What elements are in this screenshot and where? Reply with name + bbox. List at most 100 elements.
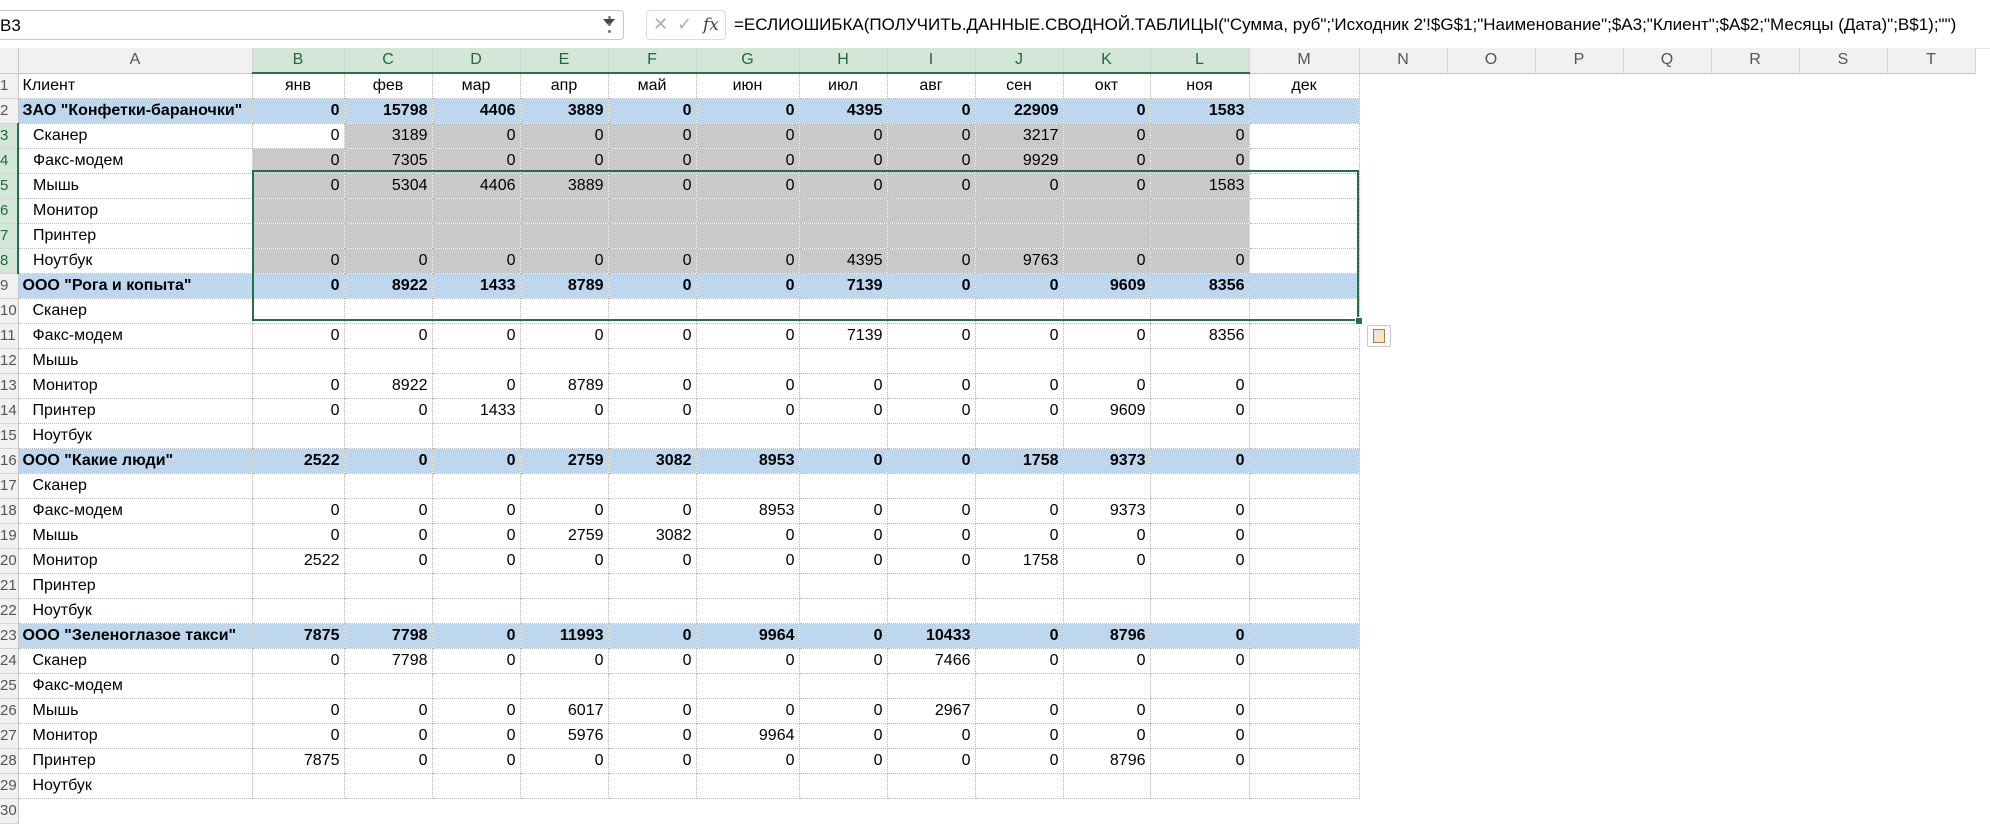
value-cell[interactable] <box>1150 223 1250 249</box>
cell-empty[interactable] <box>1447 748 1535 774</box>
value-cell[interactable] <box>887 598 976 624</box>
value-cell[interactable]: 0 <box>1150 548 1250 574</box>
cell-empty[interactable] <box>1447 273 1535 299</box>
value-cell[interactable] <box>1063 223 1151 249</box>
value-cell[interactable]: 0 <box>887 148 976 174</box>
value-cell[interactable] <box>1249 273 1360 299</box>
cell-empty[interactable] <box>1535 398 1623 424</box>
value-cell[interactable]: 0 <box>344 723 433 749</box>
value-cell[interactable]: 0 <box>1063 173 1151 199</box>
value-cell[interactable] <box>975 673 1064 699</box>
cell-empty[interactable] <box>1447 523 1535 549</box>
value-cell[interactable] <box>1249 298 1360 324</box>
select-all-corner[interactable] <box>0 48 19 74</box>
cell-empty[interactable] <box>1623 73 1711 99</box>
cell-empty[interactable] <box>1887 748 1975 774</box>
value-cell[interactable]: 0 <box>799 648 888 674</box>
cell-empty[interactable] <box>1359 448 1447 474</box>
cell-empty[interactable] <box>1887 273 1975 299</box>
value-cell[interactable] <box>344 223 433 249</box>
client-name-cell[interactable]: ООО "Какие люди" <box>18 448 253 474</box>
value-cell[interactable]: 0 <box>252 273 345 299</box>
cell-empty[interactable] <box>1535 373 1623 399</box>
cell-empty[interactable] <box>1623 498 1711 524</box>
value-cell[interactable]: 0 <box>696 123 800 149</box>
cell-empty[interactable] <box>1799 323 1887 349</box>
value-cell[interactable] <box>344 423 433 449</box>
cell-empty[interactable] <box>1711 323 1799 349</box>
cell-empty[interactable] <box>1535 148 1623 174</box>
value-cell[interactable]: 0 <box>975 323 1064 349</box>
value-cell[interactable]: 8356 <box>1150 273 1250 299</box>
cell-month-header[interactable]: ноя <box>1150 73 1250 99</box>
column-header-m[interactable]: M <box>1249 48 1360 74</box>
row-header[interactable]: 17 <box>0 473 19 499</box>
cell-empty[interactable] <box>1535 698 1623 724</box>
cell-empty[interactable] <box>1535 673 1623 699</box>
cell-month-header[interactable]: апр <box>520 73 609 99</box>
value-cell[interactable]: 0 <box>975 273 1064 299</box>
value-cell[interactable] <box>432 773 521 799</box>
value-cell[interactable] <box>1249 498 1360 524</box>
value-cell[interactable] <box>799 598 888 624</box>
row-header[interactable]: 18 <box>0 498 19 524</box>
value-cell[interactable]: 0 <box>887 173 976 199</box>
cell-empty[interactable] <box>1359 373 1447 399</box>
value-cell[interactable] <box>1063 473 1151 499</box>
cell-empty[interactable] <box>1887 723 1975 749</box>
item-name-cell[interactable]: Факс-модем <box>18 148 253 174</box>
value-cell[interactable]: 8796 <box>1063 748 1151 774</box>
column-header-l[interactable]: L <box>1150 48 1250 74</box>
value-cell[interactable] <box>1063 773 1151 799</box>
cell-empty[interactable] <box>1711 623 1799 649</box>
row-header[interactable]: 15 <box>0 423 19 449</box>
cell-empty[interactable] <box>1887 548 1975 574</box>
value-cell[interactable] <box>887 473 976 499</box>
client-name-cell[interactable]: ЗАО "Конфетки-бараночки" <box>18 98 253 124</box>
value-cell[interactable]: 0 <box>432 548 521 574</box>
value-cell[interactable]: 0 <box>1150 373 1250 399</box>
value-cell[interactable]: 0 <box>799 498 888 524</box>
cell-empty[interactable] <box>1447 73 1535 99</box>
value-cell[interactable]: 0 <box>696 98 800 124</box>
cell-empty[interactable] <box>344 798 432 824</box>
value-cell[interactable]: 0 <box>1150 448 1250 474</box>
cell-empty[interactable] <box>1447 148 1535 174</box>
cell-empty[interactable] <box>1535 223 1623 249</box>
value-cell[interactable] <box>1249 648 1360 674</box>
value-cell[interactable] <box>799 223 888 249</box>
value-cell[interactable]: 0 <box>432 648 521 674</box>
value-cell[interactable] <box>696 573 800 599</box>
value-cell[interactable]: 0 <box>252 398 345 424</box>
cell-empty[interactable] <box>432 798 520 824</box>
cell-empty[interactable] <box>1535 298 1623 324</box>
cell-empty[interactable] <box>1359 648 1447 674</box>
value-cell[interactable] <box>1249 523 1360 549</box>
cell-empty[interactable] <box>1447 623 1535 649</box>
value-cell[interactable] <box>696 348 800 374</box>
cell-empty[interactable] <box>1887 423 1975 449</box>
value-cell[interactable] <box>1249 698 1360 724</box>
value-cell[interactable] <box>696 298 800 324</box>
cell-empty[interactable] <box>1623 173 1711 199</box>
value-cell[interactable]: 0 <box>608 123 697 149</box>
value-cell[interactable] <box>887 573 976 599</box>
row-header[interactable]: 1 <box>0 73 19 99</box>
value-cell[interactable] <box>975 598 1064 624</box>
value-cell[interactable] <box>1249 323 1360 349</box>
cell-empty[interactable] <box>1623 798 1711 824</box>
value-cell[interactable]: 0 <box>887 748 976 774</box>
value-cell[interactable]: 0 <box>608 373 697 399</box>
column-header-d[interactable]: D <box>432 48 521 74</box>
row-header[interactable]: 14 <box>0 398 19 424</box>
value-cell[interactable] <box>975 423 1064 449</box>
cell-empty[interactable] <box>1447 173 1535 199</box>
value-cell[interactable] <box>1249 98 1360 124</box>
cell-empty[interactable] <box>1623 648 1711 674</box>
cell-empty[interactable] <box>1359 548 1447 574</box>
cell-empty[interactable] <box>1711 448 1799 474</box>
value-cell[interactable]: 0 <box>432 323 521 349</box>
more-options-icon[interactable] <box>608 16 612 34</box>
value-cell[interactable]: 9609 <box>1063 398 1151 424</box>
cell-empty[interactable] <box>1535 198 1623 224</box>
